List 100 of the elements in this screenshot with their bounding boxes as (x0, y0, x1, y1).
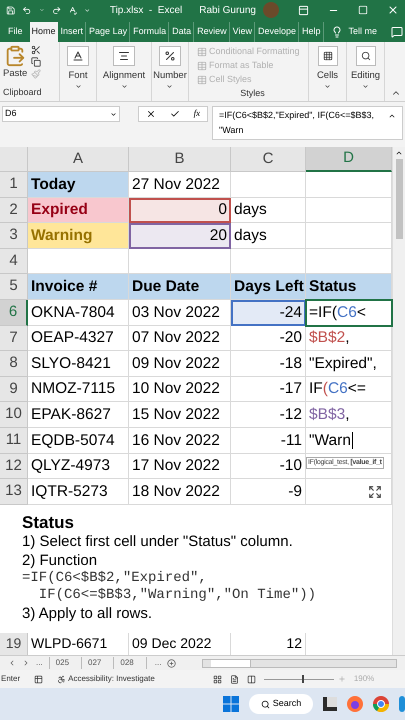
previous-sheet-icon[interactable] (8, 659, 16, 667)
search-icon (260, 700, 270, 708)
ribbon-tab[interactable]: File (2, 22, 29, 42)
table-icon (197, 74, 207, 85)
ribbon-tab[interactable]: Home (30, 22, 58, 42)
table-cell: 09 Nov 2022 (129, 351, 231, 377)
search-field[interactable]: Search (249, 694, 313, 714)
table-cell: -11 (231, 428, 306, 454)
formula-text: "Expired", (309, 354, 377, 374)
enter-icon[interactable] (170, 109, 180, 119)
alignment-button[interactable]: Alignment (102, 46, 146, 90)
note-line: 3) Apply to all rows. (22, 604, 154, 623)
row-header[interactable]: 19 (0, 632, 28, 655)
zoom-slider[interactable] (264, 675, 334, 683)
font-icon (72, 50, 84, 62)
row-header[interactable]: 11 (0, 428, 28, 454)
save-icon[interactable] (6, 4, 16, 16)
row-header[interactable]: 6 (0, 300, 28, 326)
next-sheet-icon[interactable] (22, 659, 30, 667)
cut-icon[interactable] (31, 45, 42, 55)
sheet-tab[interactable]: 025 (48, 657, 76, 669)
more-sheets-button[interactable]: ... (146, 657, 162, 669)
macro-icon[interactable] (34, 674, 44, 684)
group-label: Styles (240, 87, 265, 100)
app-icon[interactable] (323, 697, 337, 711)
accessibility-icon (57, 674, 66, 684)
row-header[interactable]: 12 (0, 454, 28, 480)
formula-line: "Warn (219, 124, 244, 137)
cell-text: 12 (286, 634, 302, 654)
row-header[interactable]: 13 (0, 479, 28, 505)
caret-icon[interactable] (38, 6, 45, 14)
note-title: Status (22, 512, 75, 532)
sheet-tab[interactable]: 027 (81, 657, 108, 669)
table-cell: OEAP-4327 (28, 326, 129, 352)
table-cell: -20 (231, 326, 306, 352)
sheet-tab[interactable]: 028 (113, 657, 140, 669)
vertical-scrollbar[interactable] (392, 147, 405, 655)
more-sheets-button[interactable]: ... (36, 657, 43, 669)
page-layout-icon[interactable] (230, 674, 239, 684)
table-cell: -18 (231, 351, 306, 377)
paste-button[interactable]: Paste (3, 45, 28, 82)
editing-button[interactable]: Editing (350, 46, 380, 90)
tell-me-field[interactable]: Tell me (348, 22, 378, 42)
table-cell: Days Left (231, 274, 306, 300)
font-button[interactable]: Font (67, 46, 89, 90)
table-cell: 03 Nov 2022 (129, 300, 231, 326)
formula-text: $B$3, (309, 405, 350, 426)
table-cell: QLYZ-4973 (28, 454, 129, 480)
cell-text: WLPD-6671 (31, 634, 108, 654)
column-header[interactable]: D (306, 147, 392, 172)
row-header[interactable]: 5 (0, 274, 28, 300)
comment-icon[interactable] (391, 26, 404, 38)
code-line: =IF(C6<$B$2,"Expired", (22, 570, 208, 587)
cancel-icon[interactable] (146, 109, 156, 119)
horizontal-scrollbar[interactable] (202, 658, 397, 668)
editing-icon (360, 51, 370, 61)
caret-icon (110, 110, 117, 118)
table-cell: 27 Nov 2022 (129, 172, 231, 198)
row-header[interactable]: 4 (0, 248, 28, 274)
formula-text: $B$2, (309, 328, 350, 348)
row-header[interactable]: 10 (0, 402, 28, 428)
accessibility-button[interactable]: Accessibility: Investigate (68, 673, 155, 685)
table-cell: 0 (129, 198, 231, 224)
table-cell: -12 (231, 402, 306, 428)
add-sheet-icon[interactable] (167, 658, 176, 668)
row-header[interactable]: 8 (0, 351, 28, 377)
table-cell: Invoice # (28, 274, 129, 300)
windows-logo-icon[interactable] (223, 696, 239, 712)
row-header[interactable]: 7 (0, 326, 28, 352)
function-button[interactable]: fx (194, 107, 200, 121)
row-header[interactable]: 3 (0, 223, 28, 249)
clipboard-icon (4, 45, 26, 67)
table-cell: SLYO-8421 (28, 351, 129, 377)
maximize-icon[interactable] (358, 5, 368, 15)
cells-button[interactable]: Cells (316, 46, 338, 90)
formula-line: =IF(C6<$B$2,"Expired", IF(C6<=$B$3, (219, 109, 374, 122)
table-cell: 10 Nov 2022 (129, 376, 231, 402)
row-header[interactable]: 2 (0, 198, 28, 224)
table-cell: NMOZ-7115 (28, 376, 129, 402)
note-line: 2) Function (22, 550, 98, 570)
number-button[interactable]: Number (153, 46, 187, 90)
copy-icon[interactable] (31, 57, 42, 67)
page-break-icon[interactable] (246, 674, 256, 684)
table-cell: 07 Nov 2022 (129, 326, 231, 352)
row-header[interactable]: 9 (0, 376, 28, 402)
lightbulb-icon (330, 26, 343, 38)
row-header[interactable]: 1 (0, 172, 28, 198)
table-cell: 17 Nov 2022 (129, 454, 231, 480)
table-cell: days (231, 198, 306, 224)
column-header[interactable]: B (129, 147, 231, 172)
name-box[interactable]: D6 (2, 106, 120, 122)
table-cell: 16 Nov 2022 (129, 428, 231, 454)
caret-icon (362, 83, 369, 90)
normal-view-icon[interactable] (212, 674, 222, 684)
ribbon-display-icon[interactable] (298, 4, 309, 16)
formula-field[interactable]: =IF(C6<$B$2,"Expired", IF(C6<=$B$3, "Warn (212, 106, 403, 140)
scroll-up-icon (395, 149, 403, 157)
caret-icon (74, 83, 82, 90)
cell-text: 09 Dec 2022 (132, 634, 212, 654)
close-icon[interactable] (386, 4, 399, 16)
